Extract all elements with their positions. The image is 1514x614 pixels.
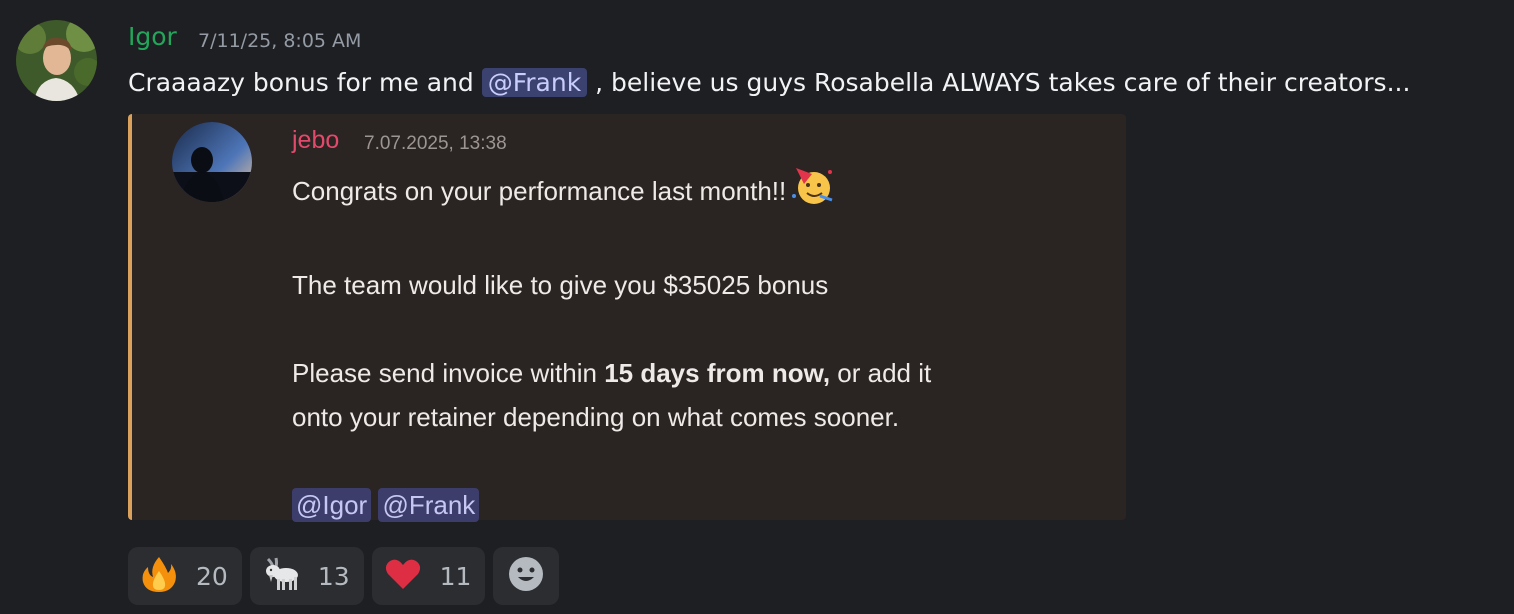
reaction-heart[interactable]: 11 <box>371 547 486 605</box>
message-author[interactable]: Igor <box>128 22 177 51</box>
embed-timestamp: 7.07.2025, 13:38 <box>364 133 507 154</box>
goat-icon <box>262 555 300 597</box>
reaction-count: 20 <box>196 561 228 591</box>
add-reaction-button[interactable] <box>493 547 560 605</box>
embed-avatar-image <box>172 122 252 202</box>
embed-line-retainer: onto your retainer depending on what com… <box>292 402 900 432</box>
embed-line-bonus: The team would like to give you $35025 b… <box>292 270 829 300</box>
user-mention[interactable]: @Frank <box>481 68 588 97</box>
embedded-screenshot[interactable]: jebo 7.07.2025, 13:38 Congrats on your p… <box>128 114 1126 522</box>
embed-mention-frank: @Frank <box>378 488 480 522</box>
embed-mention-igor: @Igor <box>292 488 372 522</box>
embed-author: jebo <box>292 126 340 154</box>
embed-line-invoice-end: or add it <box>830 358 932 388</box>
heart-icon <box>384 555 422 597</box>
message-text-before: Craaaazy bonus for me and <box>128 68 482 97</box>
message-text-after: , believe us guys Rosabella ALWAYS takes… <box>587 68 1411 97</box>
embed-avatar <box>172 122 252 202</box>
message-content: Craaaazy bonus for me and @Frank , belie… <box>128 64 1410 102</box>
reaction-goat[interactable]: 13 <box>249 547 364 605</box>
partying-face-icon <box>790 166 834 219</box>
reactions-bar: 20 13 11 <box>128 547 560 605</box>
reaction-count: 11 <box>439 561 472 591</box>
fire-icon <box>140 555 178 597</box>
embed-line-congrats: Congrats on your performance last month!… <box>292 176 787 206</box>
avatar[interactable] <box>16 20 97 101</box>
smiley-icon <box>508 556 544 596</box>
user-avatar-image <box>16 20 97 101</box>
embed-line-deadline: 15 days from now, <box>604 358 831 388</box>
reaction-count: 13 <box>317 561 350 591</box>
embed-line-invoice: Please send invoice within <box>292 358 605 388</box>
embed-content: Congrats on your performance last month!… <box>292 166 1112 527</box>
reaction-fire[interactable]: 20 <box>128 547 242 605</box>
message-timestamp: 7/11/25, 8:05 AM <box>198 30 362 52</box>
